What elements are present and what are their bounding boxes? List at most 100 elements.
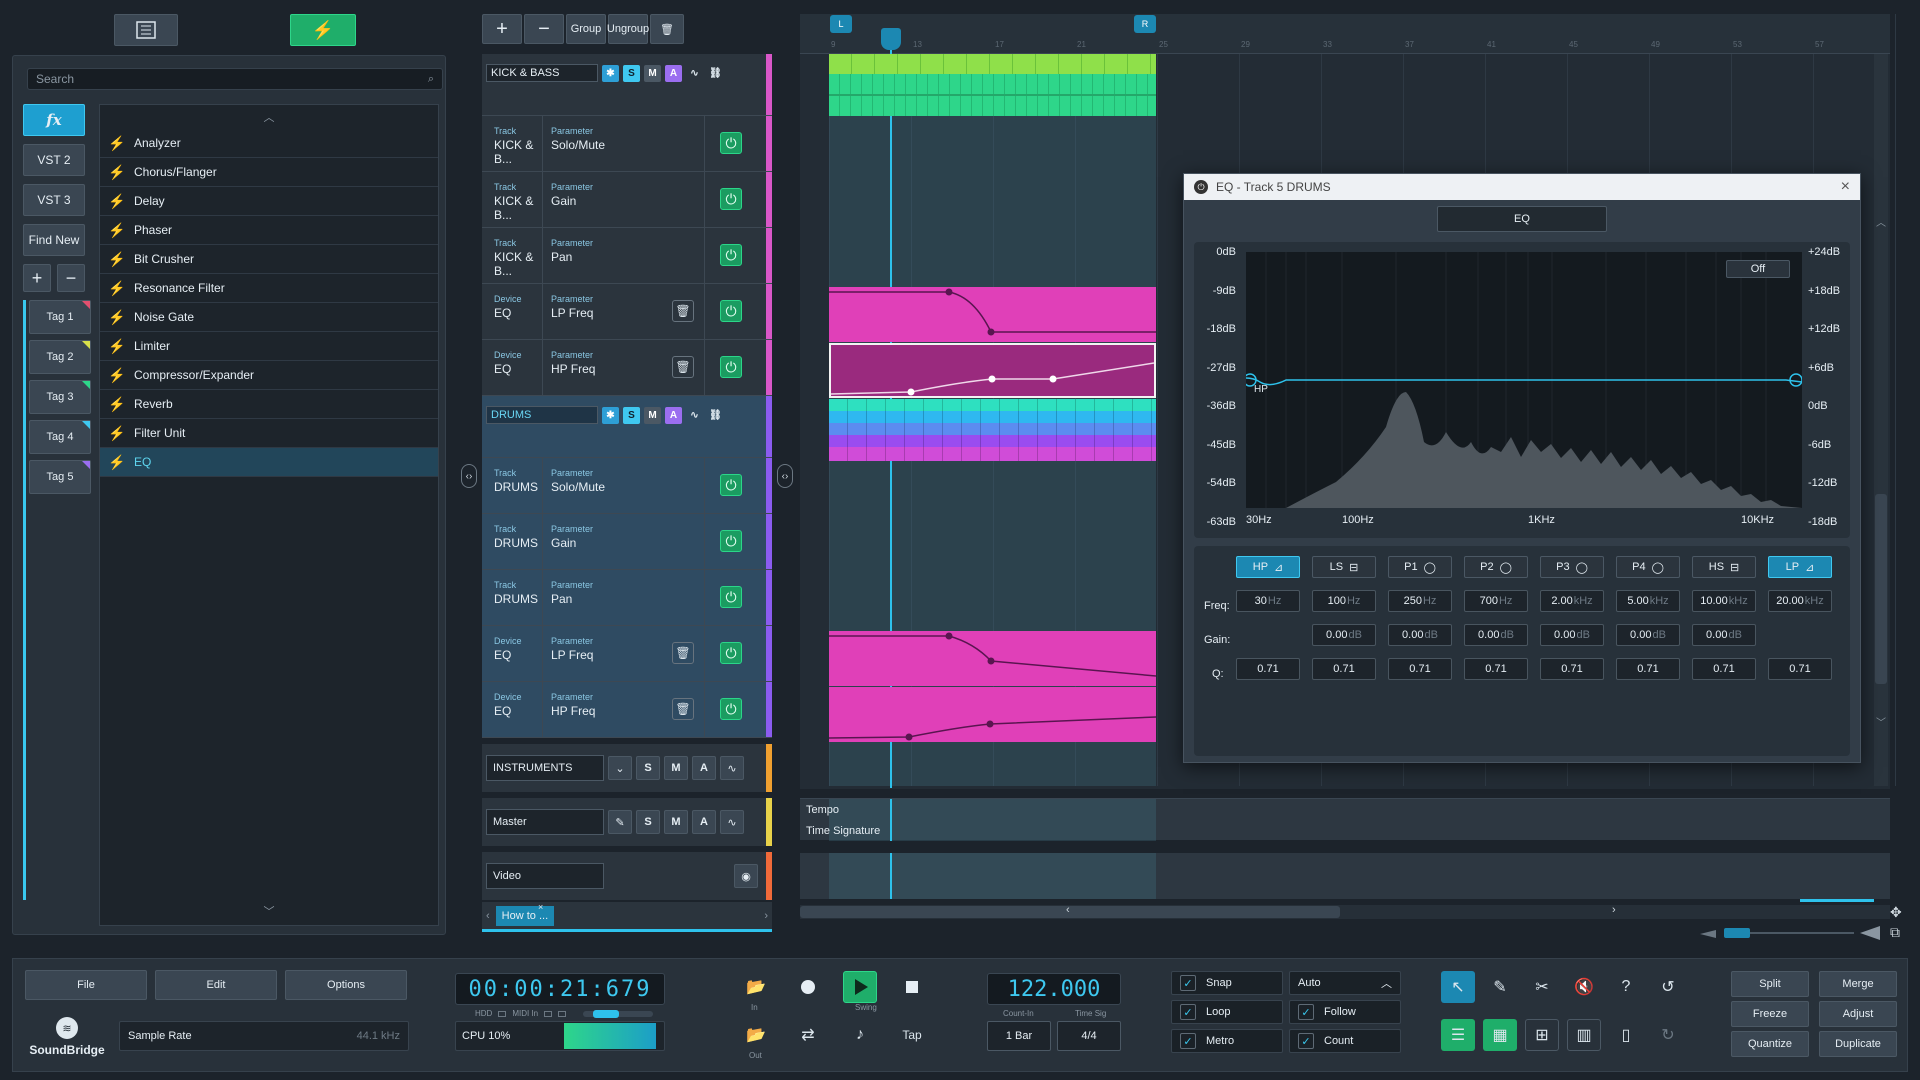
quantize-button[interactable]: Quantize	[1731, 1031, 1809, 1057]
remote-tool[interactable]: ▯	[1609, 1019, 1643, 1051]
automation-button[interactable]: A	[692, 810, 716, 834]
loop-left-marker[interactable]: L	[830, 15, 852, 33]
notes-icon[interactable]: ✎	[608, 810, 632, 834]
vst2-button[interactable]: VST 2	[23, 144, 85, 176]
solo-button[interactable]: S	[623, 406, 640, 424]
power-icon[interactable]: ⏻	[1194, 180, 1208, 194]
vst3-button[interactable]: VST 3	[23, 184, 85, 216]
effect-item[interactable]: ⚡ Chorus/Flanger	[100, 158, 438, 187]
remove-track-button[interactable]: −	[524, 14, 564, 44]
curve-icon[interactable]: ∿	[720, 810, 744, 834]
eq-freq-field[interactable]: 10.00 kHz	[1692, 590, 1756, 612]
eq-q-field[interactable]: 0.71	[1464, 658, 1528, 680]
scroll-up-icon[interactable]: ︿	[100, 105, 438, 129]
tag-4-button[interactable]: Tag 4	[29, 420, 91, 454]
move-icon[interactable]: ✥	[1890, 904, 1902, 921]
video-lane[interactable]	[800, 853, 1890, 899]
trash-icon[interactable]: 🗑	[672, 698, 694, 720]
chevron-right-icon[interactable]: ›	[764, 910, 768, 922]
effect-item[interactable]: ⚡ Compressor/Expander	[100, 361, 438, 390]
arrange-view-tool[interactable]: ☰	[1441, 1019, 1475, 1051]
solo-button[interactable]: S	[623, 64, 640, 82]
eq-freq-field[interactable]: 5.00 kHz	[1616, 590, 1680, 612]
eq-q-field[interactable]: 0.71	[1768, 658, 1832, 680]
clip-eq-hp-2[interactable]	[829, 687, 1156, 742]
link-icon[interactable]: ⛓	[707, 407, 724, 424]
pencil-tool[interactable]: ✎	[1483, 971, 1517, 1003]
follow-option[interactable]: ✓ Follow	[1289, 1000, 1401, 1024]
scroll-down-icon[interactable]: ﹀	[100, 903, 438, 919]
trash-icon[interactable]: 🗑	[672, 356, 694, 378]
automation-button[interactable]: A	[692, 756, 716, 780]
power-icon[interactable]: ⏻	[720, 244, 742, 266]
piano-view-tool[interactable]: ▥	[1567, 1019, 1601, 1051]
eq-freq-field[interactable]: 700 Hz	[1464, 590, 1528, 612]
tag-2-button[interactable]: Tag 2	[29, 340, 91, 374]
automation-lane[interactable]: Device EQ Parameter HP Freq 🗑 ⏻	[482, 682, 772, 738]
snap-option[interactable]: ✓ Snap	[1171, 971, 1283, 995]
freeze-button[interactable]: Freeze	[1731, 1001, 1809, 1027]
automation-lane[interactable]: Track KICK & B... Parameter Pan ⏻	[482, 228, 772, 284]
group-button[interactable]: Group	[566, 14, 606, 44]
browser-view-button[interactable]	[114, 14, 178, 46]
power-icon[interactable]: ⏻	[720, 586, 742, 608]
vertical-scrollbar[interactable]: ︿ ﹀	[1874, 54, 1888, 786]
power-icon[interactable]: ⏻	[720, 698, 742, 720]
group-settings-icon[interactable]: ✱	[602, 406, 619, 424]
record-button[interactable]	[791, 971, 825, 1003]
effect-item[interactable]: ⚡ Reverb	[100, 390, 438, 419]
eq-tab[interactable]: EQ	[1437, 206, 1607, 232]
eq-freq-field[interactable]: 20.00 kHz	[1768, 590, 1832, 612]
timeline-ruler[interactable]: 9 13 17 21 25 29 33 37 41 45 49 53 57	[800, 14, 1890, 54]
track-instruments[interactable]: INSTRUMENTS ⌄ S M A ∿	[482, 744, 772, 792]
curve-icon[interactable]: ∿	[686, 407, 703, 424]
eq-band-toggle[interactable]: LS ⊟	[1312, 556, 1376, 578]
effect-item[interactable]: ⚡ Bit Crusher	[100, 245, 438, 274]
auto-select[interactable]: Auto ︿	[1289, 971, 1401, 995]
eq-q-field[interactable]: 0.71	[1236, 658, 1300, 680]
effect-item[interactable]: ⚡ EQ	[100, 448, 438, 477]
automation-lane[interactable]: Device EQ Parameter LP Freq 🗑 ⏻	[482, 284, 772, 340]
automation-lane[interactable]: Track DRUMS Parameter Gain ⏻	[482, 514, 772, 570]
scissors-tool[interactable]: ✂	[1525, 971, 1559, 1003]
loop-option[interactable]: ✓ Loop	[1171, 1000, 1283, 1024]
effect-item[interactable]: ⚡ Resonance Filter	[100, 274, 438, 303]
effect-item[interactable]: ⚡ Phaser	[100, 216, 438, 245]
automation-lane[interactable]: Device EQ Parameter HP Freq 🗑 ⏻	[482, 340, 772, 396]
edit-menu[interactable]: Edit	[155, 970, 277, 1000]
eq-q-field[interactable]: 0.71	[1388, 658, 1452, 680]
eq-freq-field[interactable]: 100 Hz	[1312, 590, 1376, 612]
chevron-left-icon[interactable]: ‹	[486, 910, 490, 922]
curve-icon[interactable]: ∿	[720, 756, 744, 780]
group-name-field[interactable]: DRUMS	[486, 406, 598, 424]
devices-view-tool[interactable]: ⊞	[1525, 1019, 1559, 1051]
eq-freq-field[interactable]: 2.00 kHz	[1540, 590, 1604, 612]
clip-eq-hp-1[interactable]	[829, 343, 1156, 398]
eq-curve-display[interactable]: HP Off	[1246, 252, 1802, 508]
options-menu[interactable]: Options	[285, 970, 407, 1000]
count-option[interactable]: ✓ Count	[1289, 1029, 1401, 1053]
group-header[interactable]: KICK & BASS ✱ S M A ∿ ⛓	[482, 54, 772, 116]
remove-button[interactable]: −	[57, 264, 85, 292]
power-icon[interactable]: ⏻	[720, 474, 742, 496]
effect-item[interactable]: ⚡ Filter Unit	[100, 419, 438, 448]
link-icon[interactable]: ⛓	[707, 65, 724, 82]
input-monitor-button[interactable]: 📂	[739, 971, 773, 1003]
mixer-view-tool[interactable]: ▦	[1483, 1019, 1517, 1051]
power-icon[interactable]: ⏻	[720, 530, 742, 552]
effect-item[interactable]: ⚡ Analyzer	[100, 129, 438, 158]
eye-icon[interactable]: ◉	[734, 864, 758, 888]
mute-button[interactable]: M	[644, 64, 661, 82]
swing-button[interactable]: ⇄	[791, 1019, 825, 1051]
eq-titlebar[interactable]: ⏻ EQ - Track 5 DRUMS ×	[1184, 174, 1860, 200]
merge-button[interactable]: Merge	[1819, 971, 1897, 997]
metro-option[interactable]: ✓ Metro	[1171, 1029, 1283, 1053]
eq-q-field[interactable]: 0.71	[1692, 658, 1756, 680]
output-button[interactable]: 📂	[739, 1019, 773, 1051]
eq-gain-field[interactable]: 0.00 dB	[1616, 624, 1680, 646]
eq-q-field[interactable]: 0.71	[1312, 658, 1376, 680]
trash-icon[interactable]: 🗑	[672, 642, 694, 664]
tag-3-button[interactable]: Tag 3	[29, 380, 91, 414]
playhead-handle[interactable]	[881, 28, 901, 50]
eq-band-toggle[interactable]: HS ⊟	[1692, 556, 1756, 578]
